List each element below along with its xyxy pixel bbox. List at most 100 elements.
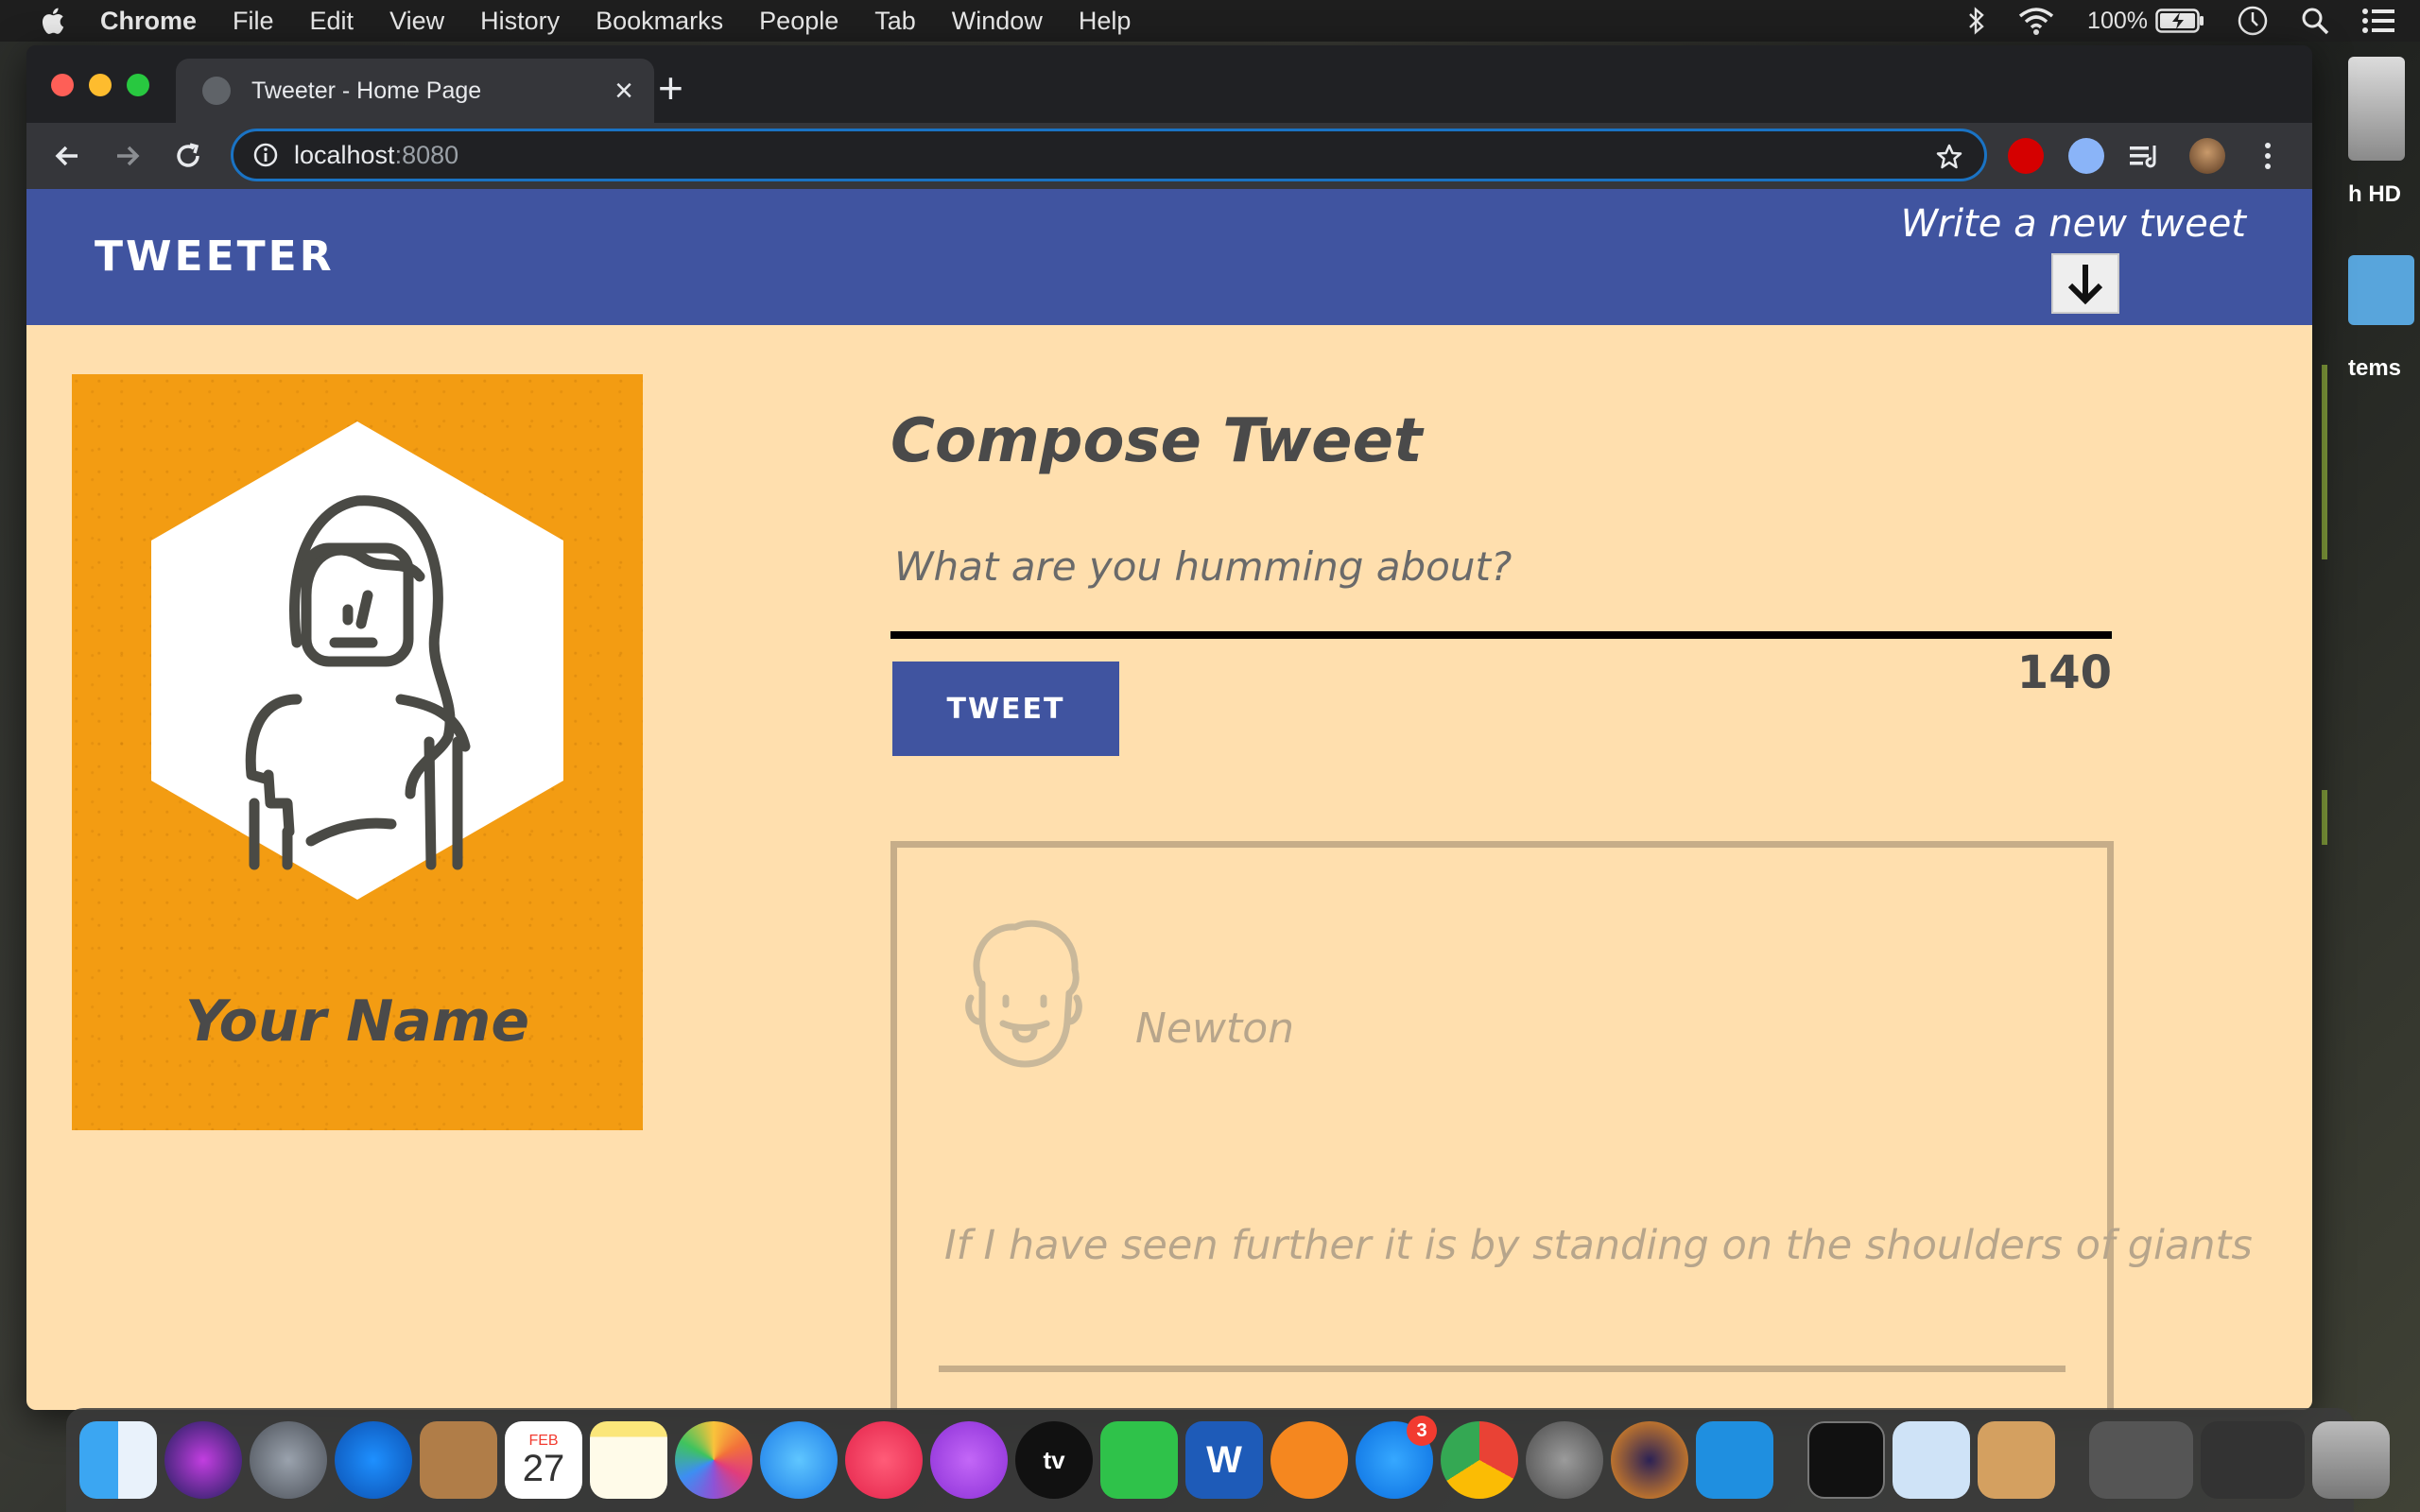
desktop-drive-icon[interactable] [2348,57,2405,161]
background-window-edge [2322,365,2327,559]
url-host: localhost [294,140,395,169]
bookmark-star-icon[interactable] [1935,143,1963,171]
info-icon[interactable] [252,142,279,168]
back-button[interactable] [47,136,87,176]
wifi-icon[interactable] [2017,7,2055,35]
minimized-window-icon[interactable] [2201,1421,2305,1499]
reload-button[interactable] [168,136,208,176]
spotlight-search-icon[interactable] [2301,7,2329,35]
adblock-extension-icon[interactable] [2008,138,2044,174]
dock: FEB 27 tv W 3 [66,1408,2390,1512]
reload-icon [177,143,199,167]
tab-tweeter-home[interactable]: Tweeter - Home Page × [176,59,654,123]
calendar-icon[interactable]: FEB 27 [505,1421,582,1499]
preview-icon[interactable] [1893,1421,1970,1499]
time-machine-icon[interactable] [2237,5,2269,37]
menu-file[interactable]: File [233,7,274,36]
desktop-drive-label: h HD [2348,181,2401,207]
siri-icon[interactable] [164,1421,242,1499]
tweet-author-avatar [965,919,1082,1068]
tweet-text-input[interactable] [890,529,2112,639]
user-avatar [151,421,563,900]
compose-title: Compose Tweet [890,406,1423,476]
tweet-divider [939,1366,2066,1372]
extension-icon[interactable] [2068,138,2104,174]
notification-center-icon[interactable] [2361,8,2395,34]
music-icon[interactable] [845,1421,923,1499]
address-bar[interactable]: localhost:8080 [231,129,1987,181]
word-icon[interactable]: W [1185,1421,1263,1499]
books-icon[interactable] [1270,1421,1348,1499]
menu-bar: Chrome File Edit View History Bookmarks … [0,0,2420,42]
new-tab-button[interactable]: + [658,66,683,110]
media-control-icon[interactable] [2127,138,2163,174]
word-label: W [1206,1438,1242,1481]
minimized-window-icon[interactable] [2089,1421,2193,1499]
profile-card: Your Name [72,374,643,1130]
tweet-author-name: Newton [1135,1005,1295,1053]
menu-app-chrome[interactable]: Chrome [100,7,197,36]
url-port: :8080 [394,140,459,169]
battery-status[interactable]: 100% [2087,8,2204,35]
toggle-compose-button[interactable] [2051,253,2119,314]
app-store-badge: 3 [1407,1416,1437,1446]
apple-menu-icon[interactable] [38,6,66,36]
globe-icon [202,77,231,105]
launchpad-icon[interactable] [250,1421,327,1499]
podcasts-icon[interactable] [930,1421,1008,1499]
forward-button[interactable] [108,136,147,176]
calendar-day: 27 [522,1448,565,1489]
menu-tab[interactable]: Tab [874,7,916,36]
menu-bookmarks[interactable]: Bookmarks [596,7,723,36]
browser-toolbar: localhost:8080 [26,123,2312,189]
eclipse-icon[interactable] [1611,1421,1688,1499]
trash-icon[interactable] [2312,1421,2390,1499]
battery-icon [2155,9,2204,33]
desktop-folder-label: tems [2348,355,2402,381]
bluetooth-icon[interactable] [1968,7,1985,35]
character-counter: 140 [2016,646,2112,699]
site-navbar: TWEETER Write a new tweet [26,189,2312,325]
menu-people[interactable]: People [759,7,838,36]
chrome-icon[interactable] [1441,1421,1518,1499]
close-window-button[interactable] [51,74,74,96]
photos-icon[interactable] [675,1421,752,1499]
tv-label: tv [1043,1445,1065,1474]
notes-icon[interactable] [590,1421,667,1499]
profile-name: Your Name [184,988,530,1055]
menu-edit[interactable]: Edit [310,7,354,36]
apple-tv-icon[interactable]: tv [1015,1421,1093,1499]
tab-close-icon[interactable]: × [614,75,633,107]
background-window-edge [2322,790,2327,845]
web-page: TWEETER Write a new tweet Your Name Comp… [26,189,2312,1410]
terminal-icon[interactable] [1807,1421,1885,1499]
zoom-window-button[interactable] [127,74,149,96]
arrow-right-icon [117,146,140,166]
chrome-menu-icon[interactable] [2250,138,2286,174]
contacts-icon[interactable] [420,1421,497,1499]
vscode-icon[interactable] [1696,1421,1773,1499]
tab-strip: Tweeter - Home Page × + [26,45,2312,123]
battery-percent: 100% [2087,7,2148,34]
browser-window: Tweeter - Home Page × + localhost:8080 [26,45,2312,1410]
safari-icon[interactable] [335,1421,412,1499]
app-store-icon[interactable]: 3 [1356,1416,1437,1499]
calculator-icon[interactable] [1978,1421,2055,1499]
profile-avatar[interactable] [2189,138,2225,174]
menu-view[interactable]: View [389,7,444,36]
menu-history[interactable]: History [480,7,560,36]
menu-help[interactable]: Help [1079,7,1132,36]
menu-window[interactable]: Window [952,7,1043,36]
messages-icon[interactable] [760,1421,838,1499]
tweet-content: If I have seen further it is by standing… [944,1222,2253,1269]
site-logo[interactable]: TWEETER [95,232,335,281]
finder-icon[interactable] [79,1421,157,1499]
facetime-icon[interactable] [1100,1421,1178,1499]
minimize-window-button[interactable] [89,74,112,96]
tweet-article: Newton If I have seen further it is by s… [890,841,2253,1410]
desktop-folder-icon[interactable] [2348,255,2414,325]
tab-title: Tweeter - Home Page [251,77,482,104]
tweet-submit-button[interactable]: TWEET [892,662,1119,756]
system-preferences-icon[interactable] [1526,1421,1603,1499]
write-new-tweet-label[interactable]: Write a new tweet [1901,202,2246,246]
